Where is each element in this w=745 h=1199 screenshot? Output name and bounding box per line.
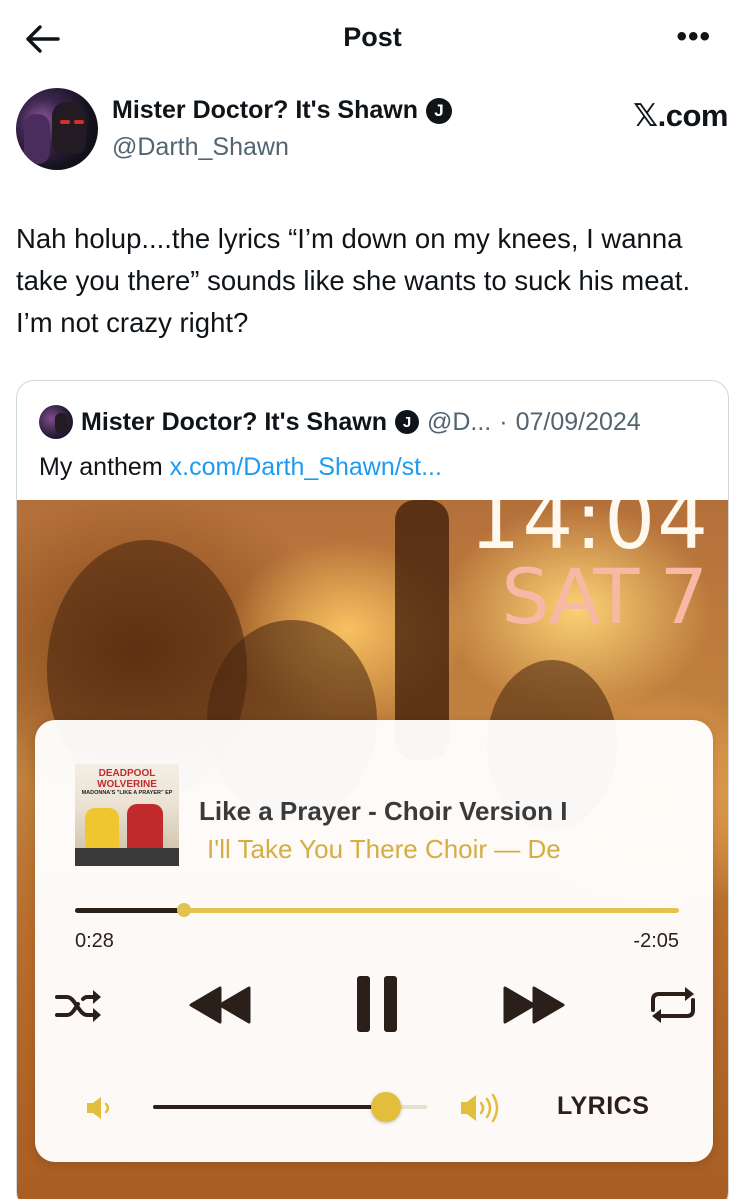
track-title: Like a Prayer - Choir Version I (199, 796, 568, 826)
quoted-author-name: Mister Doctor? It's Shawn (81, 407, 387, 436)
quoted-post-header: Mister Doctor? It's Shawn J @D... · 07/0… (39, 405, 641, 439)
volume-slider[interactable] (153, 1092, 427, 1122)
volume-knob[interactable] (370, 1092, 401, 1122)
author-name-row: Mister Doctor? It's Shawn J (112, 96, 452, 125)
separator-dot: · (499, 407, 508, 436)
speaker-low-icon (87, 1097, 110, 1119)
volume-fill (153, 1105, 386, 1109)
remaining-time: -2:05 (633, 930, 679, 952)
source-watermark: 𝕏.com (633, 98, 728, 133)
quoted-post-link[interactable]: x.com/Darth_Shawn/st... (170, 453, 442, 481)
post-text: Nah holup....the lyrics “I’m down on my … (16, 223, 691, 338)
album-art-subtitle: MADONNA'S "LIKE A PRAYER" EP (81, 790, 173, 796)
pause-icon[interactable] (355, 974, 399, 1034)
elapsed-time: 0:28 (75, 930, 114, 952)
lyrics-button[interactable]: LYRICS (557, 1092, 649, 1121)
page-title: Post (343, 22, 402, 52)
quoted-avatar (39, 405, 73, 439)
quoted-post[interactable]: Mister Doctor? It's Shawn J @D... · 07/0… (16, 380, 729, 1199)
quoted-post-date: 07/09/2024 (515, 407, 641, 436)
shuffle-icon[interactable] (53, 986, 107, 1026)
quoted-media-screenshot[interactable]: 14:04 SAT 7 DEADPOOL WOLVERINE MADONNA'S… (17, 500, 728, 1199)
rewind-icon[interactable] (187, 982, 253, 1028)
post-author: Mister Doctor? It's Shawn J @Darth_Shawn… (16, 88, 728, 172)
progress-fill (75, 908, 184, 913)
fast-forward-icon[interactable] (501, 982, 567, 1028)
quoted-author-handle: @D... (426, 407, 492, 436)
playback-progress-bar[interactable] (75, 903, 679, 917)
speaker-high-icon (461, 1093, 499, 1123)
more-options-icon[interactable]: ••• (676, 22, 711, 52)
progress-scrubber[interactable] (176, 903, 191, 917)
repeat-icon[interactable] (645, 984, 701, 1026)
lockscreen-date: SAT 7 (501, 552, 708, 641)
author-name[interactable]: Mister Doctor? It's Shawn (112, 96, 418, 125)
verified-badge-icon: J (394, 410, 419, 434)
album-art-title: DEADPOOL WOLVERINE (97, 768, 157, 790)
verified-badge-icon: J (425, 97, 452, 124)
track-artist: I'll Take You There Choir — De (207, 834, 561, 864)
album-art[interactable]: DEADPOOL WOLVERINE MADONNA'S "LIKE A PRA… (75, 764, 179, 866)
music-player-widget: DEADPOOL WOLVERINE MADONNA'S "LIKE A PRA… (35, 720, 713, 1162)
quoted-post-text: My anthem x.com/Darth_Shawn/st... (39, 453, 442, 482)
avatar[interactable] (16, 88, 98, 170)
quoted-text-body: My anthem (39, 453, 163, 481)
top-bar: Post ••• (0, 0, 745, 78)
author-handle[interactable]: @Darth_Shawn (112, 133, 289, 162)
